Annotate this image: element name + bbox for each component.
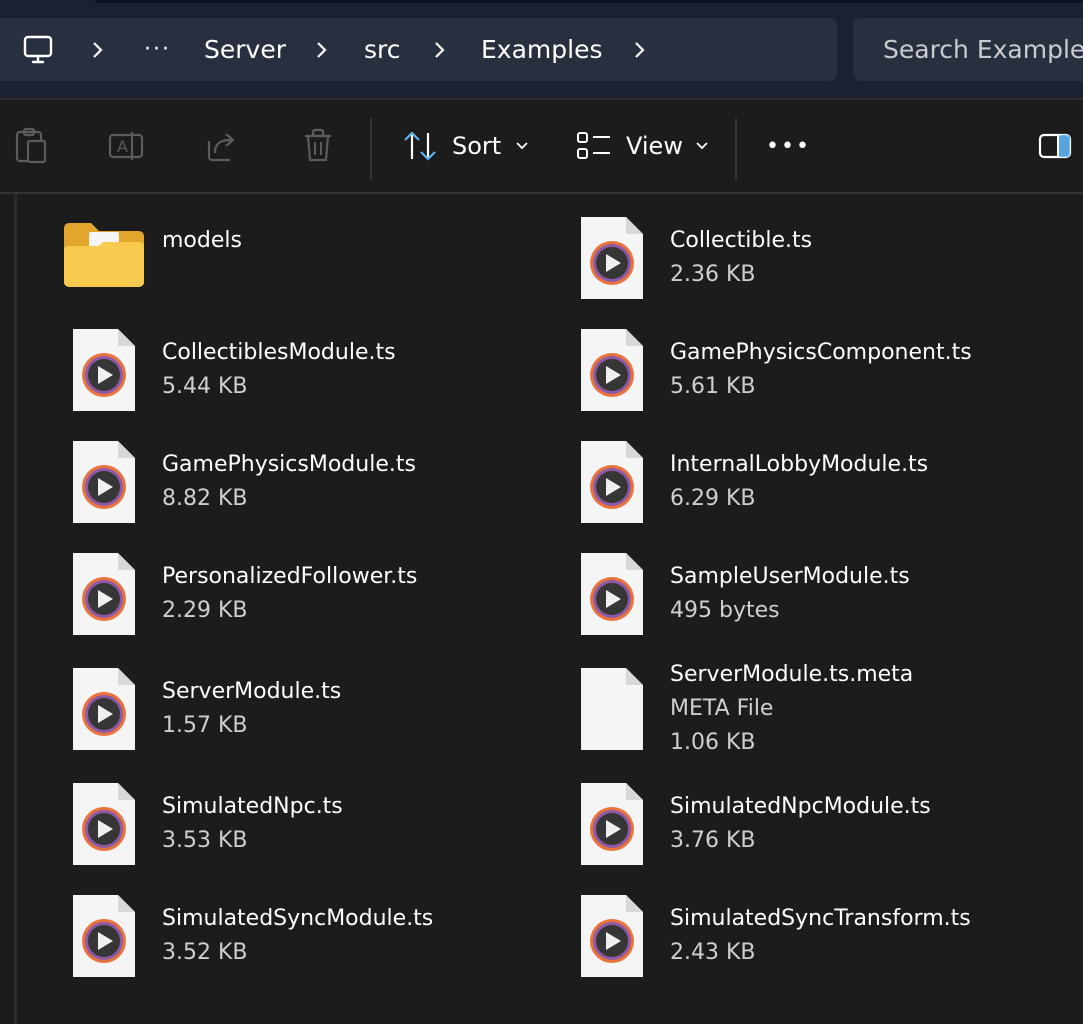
file-size: 2.29 KB xyxy=(162,598,248,623)
file-name: Collectible.ts xyxy=(670,228,813,253)
command-bar: A Sort View ••• xyxy=(0,100,1083,192)
file-size: 2.36 KB xyxy=(670,262,756,287)
typescript-media-file-icon xyxy=(72,782,136,870)
toolbar-divider xyxy=(735,118,737,180)
file-name: InternalLobbyModule.ts xyxy=(670,452,929,477)
file-name: ServerModule.ts.meta xyxy=(670,662,914,687)
file-size: 495 bytes xyxy=(670,598,780,623)
file-size: 1.06 KB xyxy=(670,730,756,755)
blank-file-icon xyxy=(580,667,644,755)
file-name: ServerModule.ts xyxy=(162,679,342,704)
typescript-media-file-icon xyxy=(72,667,136,755)
svg-text:A: A xyxy=(117,137,128,156)
sort-label: Sort xyxy=(452,132,502,160)
file-name: SimulatedNpcModule.ts xyxy=(670,794,931,819)
chevron-down-icon xyxy=(516,142,528,150)
file-list: models Collectible.ts 2.36 KB Collectibl… xyxy=(17,194,1083,1024)
folder-icon xyxy=(61,220,147,294)
view-button[interactable]: View xyxy=(576,100,709,192)
file-name: GamePhysicsComponent.ts xyxy=(670,340,972,365)
file-size: 5.61 KB xyxy=(670,374,756,399)
file-size: 3.53 KB xyxy=(162,828,248,853)
breadcrumb-overflow[interactable]: ··· xyxy=(144,18,171,81)
share-icon[interactable] xyxy=(205,100,241,192)
file-name: SimulatedNpc.ts xyxy=(162,794,343,819)
details-pane-icon[interactable] xyxy=(1038,100,1072,192)
breadcrumb-item-examples[interactable]: Examples xyxy=(481,18,602,81)
delete-icon[interactable] xyxy=(302,100,334,192)
file-size: 6.29 KB xyxy=(670,486,756,511)
toolbar-divider xyxy=(370,118,372,180)
file-size: 2.43 KB xyxy=(670,940,756,965)
typescript-media-file-icon xyxy=(580,552,644,640)
file-name: PersonalizedFollower.ts xyxy=(162,564,418,589)
chevron-right-icon xyxy=(90,18,104,81)
file-size: 3.76 KB xyxy=(670,828,756,853)
view-label: View xyxy=(626,132,683,160)
sort-icon xyxy=(404,131,436,161)
typescript-media-file-icon xyxy=(72,328,136,416)
typescript-media-file-icon xyxy=(580,216,644,304)
file-name: GamePhysicsModule.ts xyxy=(162,452,416,477)
view-icon xyxy=(577,132,610,159)
see-more-button[interactable]: ••• xyxy=(766,100,811,192)
file-size: 5.44 KB xyxy=(162,374,248,399)
title-strip xyxy=(95,0,1083,3)
file-name: SimulatedSyncTransform.ts xyxy=(670,906,971,931)
sort-button[interactable]: Sort xyxy=(402,100,529,192)
typescript-media-file-icon xyxy=(72,894,136,982)
file-name: CollectiblesModule.ts xyxy=(162,340,396,365)
typescript-media-file-icon xyxy=(580,328,644,416)
rename-icon[interactable]: A xyxy=(108,100,144,192)
address-bar-area: ··· Server src Examples Search Examples xyxy=(0,0,1083,98)
breadcrumb-item-server[interactable]: Server xyxy=(204,18,286,81)
file-size: 3.52 KB xyxy=(162,940,248,965)
chevron-down-icon xyxy=(696,142,708,150)
typescript-media-file-icon xyxy=(580,782,644,870)
file-size: 8.82 KB xyxy=(162,486,248,511)
paste-icon[interactable] xyxy=(14,100,48,192)
typescript-media-file-icon xyxy=(72,440,136,528)
breadcrumb[interactable]: ··· Server src Examples xyxy=(0,18,837,81)
file-name: SampleUserModule.ts xyxy=(670,564,910,589)
chevron-right-icon xyxy=(432,18,446,81)
this-pc-icon[interactable] xyxy=(22,18,54,81)
file-name: SimulatedSyncModule.ts xyxy=(162,906,434,931)
chevron-right-icon[interactable] xyxy=(632,18,646,81)
typescript-media-file-icon xyxy=(580,894,644,982)
file-size: 1.57 KB xyxy=(162,713,248,738)
file-type: META File xyxy=(670,696,774,721)
search-box[interactable]: Search Examples xyxy=(853,18,1083,81)
typescript-media-file-icon xyxy=(580,440,644,528)
file-name: models xyxy=(162,228,242,253)
chevron-right-icon xyxy=(314,18,328,81)
breadcrumb-item-src[interactable]: src xyxy=(364,18,401,81)
search-input[interactable]: Search Examples xyxy=(883,18,1083,81)
typescript-media-file-icon xyxy=(72,552,136,640)
